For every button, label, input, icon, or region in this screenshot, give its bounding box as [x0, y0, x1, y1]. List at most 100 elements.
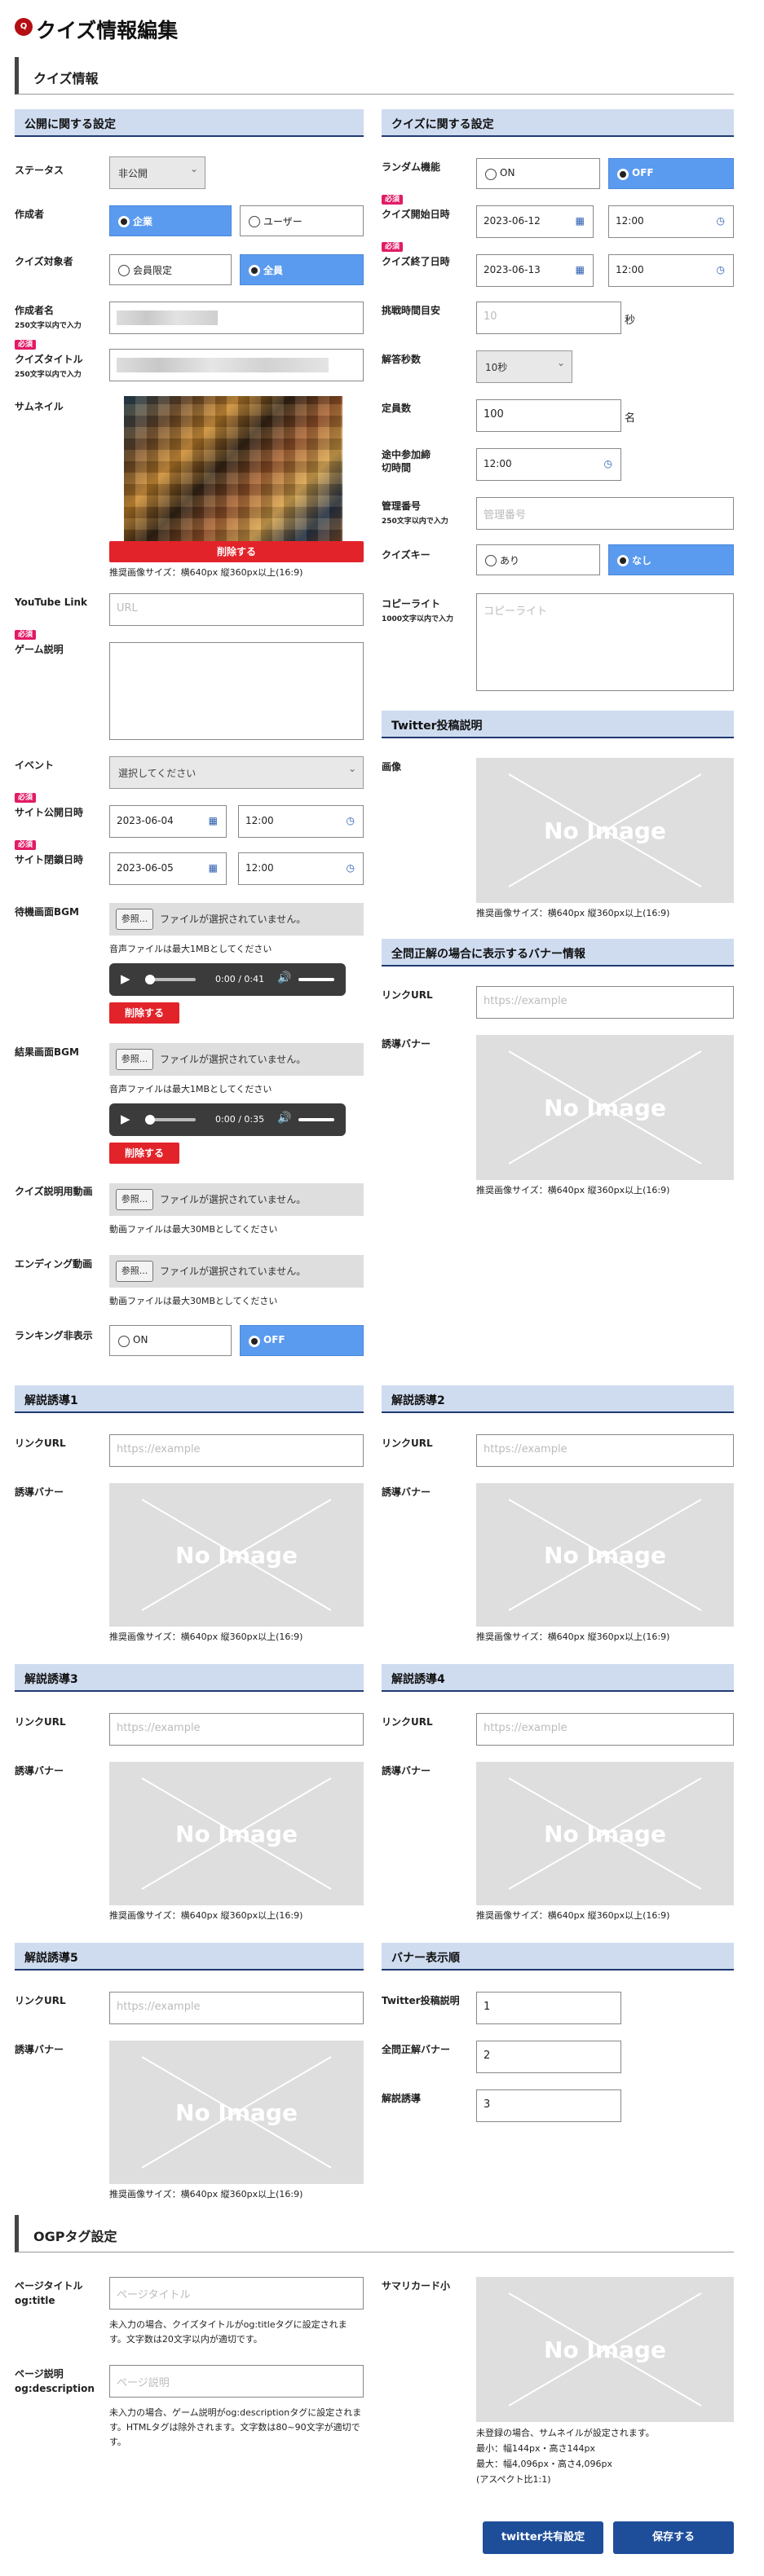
start-date-input[interactable]: 2023-06-12 ▦: [476, 205, 594, 238]
end-date-input[interactable]: 2023-06-13 ▦: [476, 254, 594, 287]
progress-handle[interactable]: [145, 1115, 155, 1125]
guide-1-banner-placeholder[interactable]: No Image: [109, 1483, 364, 1627]
end-time-input[interactable]: 12:00 ◷: [608, 254, 734, 287]
close-time-input[interactable]: 12:00 ◷: [238, 852, 364, 885]
creator-company-radio[interactable]: 企業: [109, 205, 232, 236]
result-bgm-player[interactable]: ▶ 0:00 / 0:35 🔊: [109, 1103, 346, 1136]
thumbnail-delete-button[interactable]: 削除する: [109, 541, 364, 562]
clock-icon[interactable]: ◷: [717, 215, 725, 227]
section-guide-2: 解説誘導2: [382, 1385, 734, 1413]
volume-icon[interactable]: 🔊: [277, 1112, 291, 1125]
wait-bgm-player[interactable]: ▶ 0:00 / 0:41 🔊: [109, 963, 346, 996]
play-icon[interactable]: ▶: [121, 1112, 130, 1126]
page-title: クイズ情報編集: [36, 19, 179, 42]
close-date-value: 2023-06-05: [117, 862, 174, 874]
volume-icon[interactable]: 🔊: [277, 971, 291, 984]
calendar-icon[interactable]: ▦: [576, 264, 585, 275]
creator-user-radio[interactable]: ユーザー: [240, 205, 364, 236]
progress-handle[interactable]: [145, 975, 155, 984]
calendar-icon[interactable]: ▦: [209, 862, 218, 874]
open-date-input[interactable]: 2023-06-04 ▦: [109, 805, 227, 838]
manage-no-sub: 250文字以内で入力: [382, 517, 448, 526]
random-off-radio[interactable]: OFF: [608, 158, 734, 189]
capacity-unit: 名: [625, 412, 636, 425]
wait-bgm-file[interactable]: 参照... ファイルが選択されていません。: [109, 903, 364, 936]
random-on-radio[interactable]: ON: [476, 158, 600, 189]
wait-bgm-delete-button[interactable]: 削除する: [109, 1002, 179, 1024]
volume-slider[interactable]: [298, 978, 334, 981]
result-bgm-delete-button[interactable]: 削除する: [109, 1143, 179, 1164]
section-guide-5: 解説誘導5: [15, 1943, 364, 1971]
clock-icon[interactable]: ◷: [604, 458, 612, 469]
browse-button[interactable]: 参照...: [116, 1189, 153, 1210]
quiz-title-input[interactable]: [109, 349, 364, 381]
order-all-correct-label: 全問正解バナー: [382, 2044, 451, 2055]
ranking-on-radio[interactable]: ON: [109, 1325, 232, 1356]
no-image-text: No Image: [544, 1821, 666, 1847]
ranking-off-radio[interactable]: OFF: [240, 1325, 364, 1356]
guide-4-link-input[interactable]: https://example: [476, 1713, 734, 1746]
order-twitter-input[interactable]: 1: [476, 1992, 621, 2024]
summary-image-placeholder[interactable]: No Image: [476, 2277, 734, 2422]
calendar-icon[interactable]: ▦: [209, 815, 218, 826]
creator-name-input[interactable]: [109, 302, 364, 334]
guide-2-banner-placeholder[interactable]: No Image: [476, 1483, 734, 1627]
event-select[interactable]: 選択してください: [109, 756, 364, 789]
game-desc-textarea[interactable]: [109, 642, 364, 740]
clock-icon[interactable]: ◷: [347, 815, 355, 826]
ending-video-file[interactable]: 参照... ファイルが選択されていません。: [109, 1255, 364, 1288]
play-icon[interactable]: ▶: [121, 971, 130, 986]
open-time-input[interactable]: 12:00 ◷: [238, 805, 364, 838]
capacity-label: 定員数: [382, 403, 412, 414]
target-member-radio[interactable]: 会員限定: [109, 254, 232, 285]
guide-3-link-input[interactable]: https://example: [109, 1713, 364, 1746]
copyright-textarea[interactable]: コピーライト: [476, 593, 734, 691]
twitter-share-button[interactable]: twitter共有設定: [483, 2521, 603, 2554]
summary-note-line: 最小：幅144px・高さ144px: [476, 2443, 595, 2454]
open-date-req-badge: 必須: [15, 790, 37, 803]
join-deadline-input[interactable]: 12:00 ◷: [476, 448, 621, 481]
browse-button[interactable]: 参照...: [116, 1261, 153, 1282]
volume-slider[interactable]: [298, 1118, 334, 1121]
answer-sec-select[interactable]: 10秒: [476, 350, 572, 383]
quiz-title-label-text: クイズタイトル: [15, 354, 83, 365]
save-button[interactable]: 保存する: [613, 2521, 734, 2554]
browse-button[interactable]: 参照...: [116, 909, 153, 930]
calendar-icon[interactable]: ▦: [576, 215, 585, 227]
end-req-badge: 必須: [382, 240, 404, 252]
browse-button[interactable]: 参照...: [116, 1049, 153, 1070]
banner-link-input[interactable]: https://example: [476, 986, 734, 1019]
order-guide-label: 解説誘導: [382, 2093, 422, 2104]
order-all-correct-input[interactable]: 2: [476, 2041, 621, 2073]
desc-video-file[interactable]: 参照... ファイルが選択されていません。: [109, 1183, 364, 1216]
clock-icon[interactable]: ◷: [717, 264, 725, 275]
youtube-input[interactable]: URL: [109, 593, 364, 626]
guide-4-banner-placeholder[interactable]: No Image: [476, 1762, 734, 1905]
banner-placeholder[interactable]: No Image: [476, 1035, 734, 1180]
start-req-badge: 必須: [382, 192, 404, 205]
status-select[interactable]: 非公開: [109, 156, 205, 189]
start-time-input[interactable]: 12:00 ◷: [608, 205, 734, 238]
target-all-radio[interactable]: 全員: [240, 254, 364, 285]
order-guide-input[interactable]: 3: [476, 2089, 621, 2122]
manage-no-input[interactable]: 管理番号: [476, 497, 734, 530]
og-desc-input[interactable]: ページ説明: [109, 2365, 364, 2398]
twitter-image-placeholder[interactable]: No Image: [476, 758, 734, 903]
capacity-input[interactable]: 100: [476, 399, 621, 432]
guide-5-banner-placeholder[interactable]: No Image: [109, 2041, 364, 2184]
challenge-input[interactable]: 10: [476, 302, 621, 334]
quiz-key-no-radio[interactable]: なし: [608, 544, 734, 575]
result-bgm-file[interactable]: 参照... ファイルが選択されていません。: [109, 1043, 364, 1076]
guide-5-link-input[interactable]: https://example: [109, 1992, 364, 2024]
manage-no-label-text: 管理番号: [382, 500, 422, 512]
guide-3-note: 推奨画像サイズ：横640px 縦360px以上(16:9): [109, 1910, 303, 1921]
guide-3-banner-placeholder[interactable]: No Image: [109, 1762, 364, 1905]
clock-icon[interactable]: ◷: [347, 862, 355, 874]
close-date-input[interactable]: 2023-06-05 ▦: [109, 852, 227, 885]
copyright-sub: 1000文字以内で入力: [382, 615, 454, 623]
guide-1-link-input[interactable]: https://example: [109, 1434, 364, 1467]
quiz-key-yes-radio[interactable]: あり: [476, 544, 600, 575]
no-image-text: No Image: [544, 2336, 666, 2363]
og-title-input[interactable]: ページタイトル: [109, 2277, 364, 2310]
guide-2-link-input[interactable]: https://example: [476, 1434, 734, 1467]
